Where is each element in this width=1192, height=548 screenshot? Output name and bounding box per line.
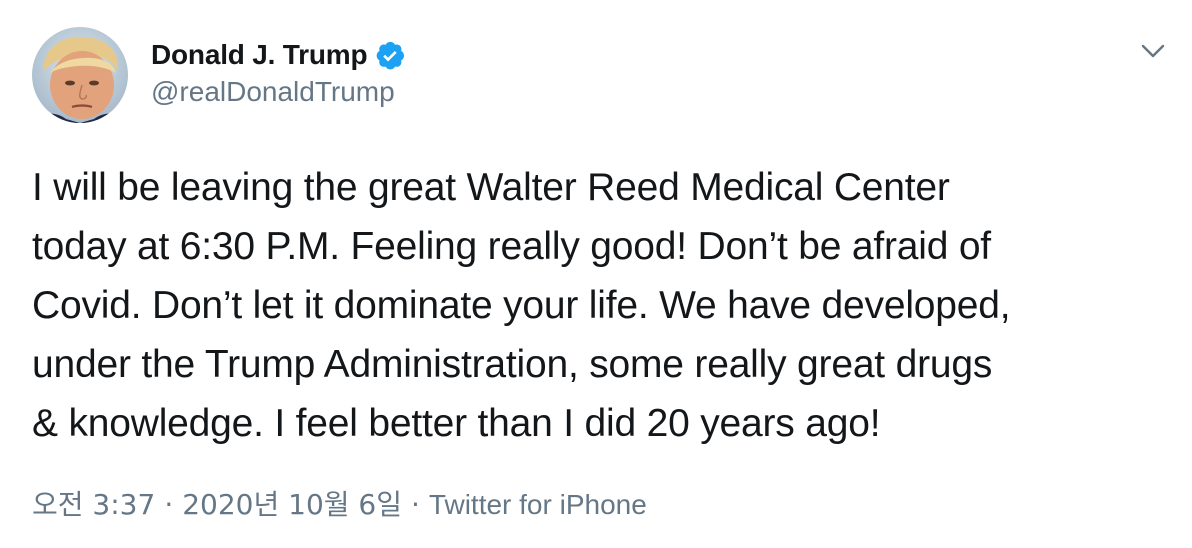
tweet-source[interactable]: Twitter for iPhone <box>429 489 647 520</box>
meta-separator: · <box>411 488 420 521</box>
tweet-metadata: 오전 3:37 · 2020년 10월 6일 · Twitter for iPhone <box>32 483 647 523</box>
tweet-card: Donald J. Trump @realDonaldTrump I will … <box>0 0 1192 548</box>
tweet-time[interactable]: 오전 3:37 <box>32 488 155 521</box>
tweet-text: I will be leaving the great Walter Reed … <box>32 158 1167 453</box>
tweet-date[interactable]: 2020년 10월 6일 <box>182 488 402 521</box>
verified-badge-icon <box>374 39 406 71</box>
tweet-text-line: & knowledge. I feel better than I did 20… <box>32 402 881 445</box>
tweet-text-line: under the Trump Administration, some rea… <box>32 343 993 386</box>
meta-separator: · <box>164 488 174 521</box>
chevron-down-icon[interactable] <box>1140 38 1166 64</box>
tweet-text-line: Covid. Don’t let it dominate your life. … <box>32 284 1011 327</box>
tweet-text-line: today at 6:30 P.M. Feeling really good! … <box>32 225 991 268</box>
tweet-text-line: I will be leaving the great Walter Reed … <box>32 166 950 209</box>
author-name-row: Donald J. Trump <box>151 36 406 74</box>
display-name[interactable]: Donald J. Trump <box>151 39 368 71</box>
author-handle[interactable]: @realDonaldTrump <box>151 76 395 108</box>
avatar[interactable] <box>32 27 128 123</box>
